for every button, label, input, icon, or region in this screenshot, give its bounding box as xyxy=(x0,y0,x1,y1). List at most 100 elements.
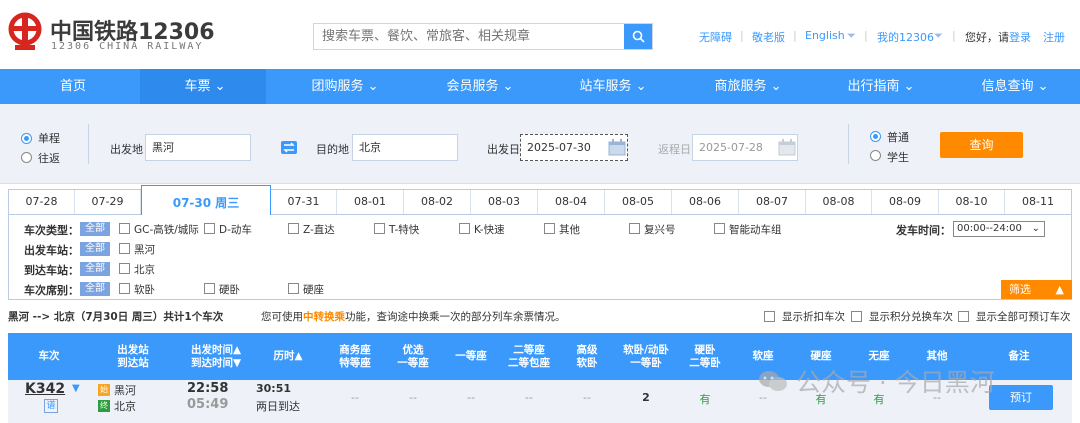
arrive-station-label: 北京 xyxy=(134,264,155,276)
date-tab[interactable]: 08-07 xyxy=(739,190,806,214)
date-tabs: 07-28 07-29 07-30 周三 07-31 08-01 08-02 0… xyxy=(8,185,1072,215)
soft-sleeper-cell[interactable]: 2 xyxy=(616,391,676,404)
other-checkbox[interactable] xyxy=(544,223,555,234)
date-tab[interactable]: 07-28 xyxy=(9,190,75,214)
date-tab[interactable]: 08-08 xyxy=(806,190,872,214)
nav-guide[interactable]: 出行指南 ⌄ xyxy=(826,69,936,104)
smart-emu-checkbox[interactable] xyxy=(714,223,725,234)
my-12306-link[interactable]: 我的12306 xyxy=(877,29,934,45)
search-input[interactable] xyxy=(314,24,626,49)
first-class-cell: -- xyxy=(467,391,475,404)
fuxing-checkbox[interactable] xyxy=(629,223,640,234)
soft-sleeper-checkbox[interactable] xyxy=(119,283,130,294)
col-stations: 出发站 到达站 xyxy=(98,333,168,380)
k-checkbox[interactable] xyxy=(459,223,470,234)
search-button[interactable] xyxy=(624,24,652,49)
transfer-link[interactable]: 中转换乘 xyxy=(303,311,345,323)
watermark: 公众号 · 今日黑河 xyxy=(758,363,995,399)
nav-member[interactable]: 会员服务 ⌄ xyxy=(425,69,535,104)
all-bookable-label: 显示全部可预订车次 xyxy=(976,311,1071,323)
accessibility-link[interactable]: 无障碍 xyxy=(699,29,732,45)
depart-station-checkbox[interactable] xyxy=(119,243,130,254)
duration: 30:51 xyxy=(256,382,292,395)
col-label: 软座 xyxy=(752,350,774,362)
col-train[interactable]: 车次 xyxy=(8,333,90,380)
to-input[interactable]: 北京 xyxy=(352,134,458,161)
train-type-all-button[interactable]: 全部 xyxy=(80,222,110,236)
col-deluxe-sleeper: 高级 软卧 xyxy=(558,333,616,380)
hard-sleeper-checkbox[interactable] xyxy=(204,283,215,294)
d-label: D-动车 xyxy=(219,224,252,236)
col-soft-sleeper: 软卧/动卧 一等卧 xyxy=(616,333,676,380)
nav-group[interactable]: 团购服务 ⌄ xyxy=(290,69,400,104)
nav-business[interactable]: 商旅服务 ⌄ xyxy=(693,69,803,104)
points-checkbox[interactable] xyxy=(851,311,862,322)
hard-sleeper-cell[interactable]: 有 xyxy=(676,391,734,407)
date-tab[interactable]: 07-31 xyxy=(271,190,337,214)
date-tab[interactable]: 08-05 xyxy=(605,190,672,214)
deluxe-sleeper-cell: -- xyxy=(583,391,591,404)
date-tab[interactable]: 08-03 xyxy=(471,190,538,214)
seat-type-all-button[interactable]: 全部 xyxy=(80,282,110,296)
swap-icon[interactable] xyxy=(281,141,297,154)
date-tab[interactable]: 07-29 xyxy=(75,190,141,214)
date-tab[interactable]: 08-10 xyxy=(939,190,1005,214)
register-link[interactable]: 注册 xyxy=(1043,29,1065,45)
date-tab[interactable]: 08-01 xyxy=(337,190,404,214)
d-checkbox[interactable] xyxy=(204,223,215,234)
from-label: 出发地 xyxy=(110,143,143,156)
arrive-station-all-button[interactable]: 全部 xyxy=(80,262,110,276)
hard-seat-checkbox[interactable] xyxy=(288,283,299,294)
col-label: 无座 xyxy=(868,350,890,362)
col-label: 一等座 xyxy=(397,356,429,369)
col-duration[interactable]: 历时▲ xyxy=(258,333,318,380)
smart-emu-label: 智能动车组 xyxy=(729,224,782,236)
depart-station-all-button[interactable]: 全部 xyxy=(80,242,110,256)
login-link[interactable]: 登录 xyxy=(1009,29,1031,45)
adult-radio[interactable] xyxy=(870,131,881,142)
expand-stops-icon[interactable]: ▼ xyxy=(72,383,80,394)
discount-checkbox[interactable] xyxy=(764,311,775,322)
arrive-station-checkbox[interactable] xyxy=(119,263,130,274)
language-link[interactable]: English xyxy=(805,29,845,42)
from-input[interactable]: 黑河 xyxy=(145,134,251,161)
chevron-down-icon: ⌄ xyxy=(214,79,226,94)
filter-toggle-button[interactable]: 筛选 ▲ xyxy=(1001,280,1072,299)
query-button[interactable]: 查询 xyxy=(940,132,1023,158)
all-bookable-checkbox[interactable] xyxy=(958,311,969,322)
soft-sleeper-label: 软卧 xyxy=(134,284,155,296)
premium-first-cell: -- xyxy=(409,391,417,404)
z-checkbox[interactable] xyxy=(288,223,299,234)
col-times[interactable]: 出发时间▲ 到达时间▼ xyxy=(178,333,254,380)
train-number-link[interactable]: K342 xyxy=(25,381,65,397)
caret-up-icon: ▲ xyxy=(1055,283,1064,296)
calendar-icon[interactable] xyxy=(608,139,626,156)
nav-station[interactable]: 站车服务 ⌄ xyxy=(558,69,668,104)
elderly-mode-link[interactable]: 敬老版 xyxy=(752,29,785,45)
book-button[interactable]: 预订 xyxy=(989,385,1053,410)
round-trip-radio[interactable] xyxy=(21,152,32,163)
date-tab[interactable]: 08-09 xyxy=(872,190,939,214)
nav-info[interactable]: 信息查询 ⌄ xyxy=(960,69,1070,104)
one-way-radio[interactable] xyxy=(21,133,32,144)
date-tab[interactable]: 08-11 xyxy=(1005,190,1071,214)
date-tab[interactable]: 08-04 xyxy=(538,190,605,214)
nav-label: 车票 xyxy=(184,79,211,94)
date-tab[interactable]: 08-06 xyxy=(672,190,739,214)
depart-time-select[interactable]: 00:00--24:00 ⌄ xyxy=(953,221,1045,237)
gc-checkbox[interactable] xyxy=(119,223,130,234)
nav-tickets[interactable]: 车票 ⌄ xyxy=(160,69,250,104)
date-tab-active[interactable]: 07-30 周三 xyxy=(141,185,271,215)
depart-date-label: 出发日 xyxy=(487,143,520,156)
fuxing-label: 复兴号 xyxy=(644,224,676,236)
t-checkbox[interactable] xyxy=(374,223,385,234)
divider: | xyxy=(864,29,868,42)
gc-label: GC-高铁/城际 xyxy=(134,224,199,236)
col-first: 一等座 xyxy=(442,333,500,380)
calendar-icon[interactable] xyxy=(778,139,796,156)
search-icon xyxy=(632,30,645,43)
divider xyxy=(88,124,89,164)
date-tab[interactable]: 08-02 xyxy=(404,190,471,214)
nav-home[interactable]: 首页 xyxy=(38,69,108,104)
student-radio[interactable] xyxy=(870,150,881,161)
